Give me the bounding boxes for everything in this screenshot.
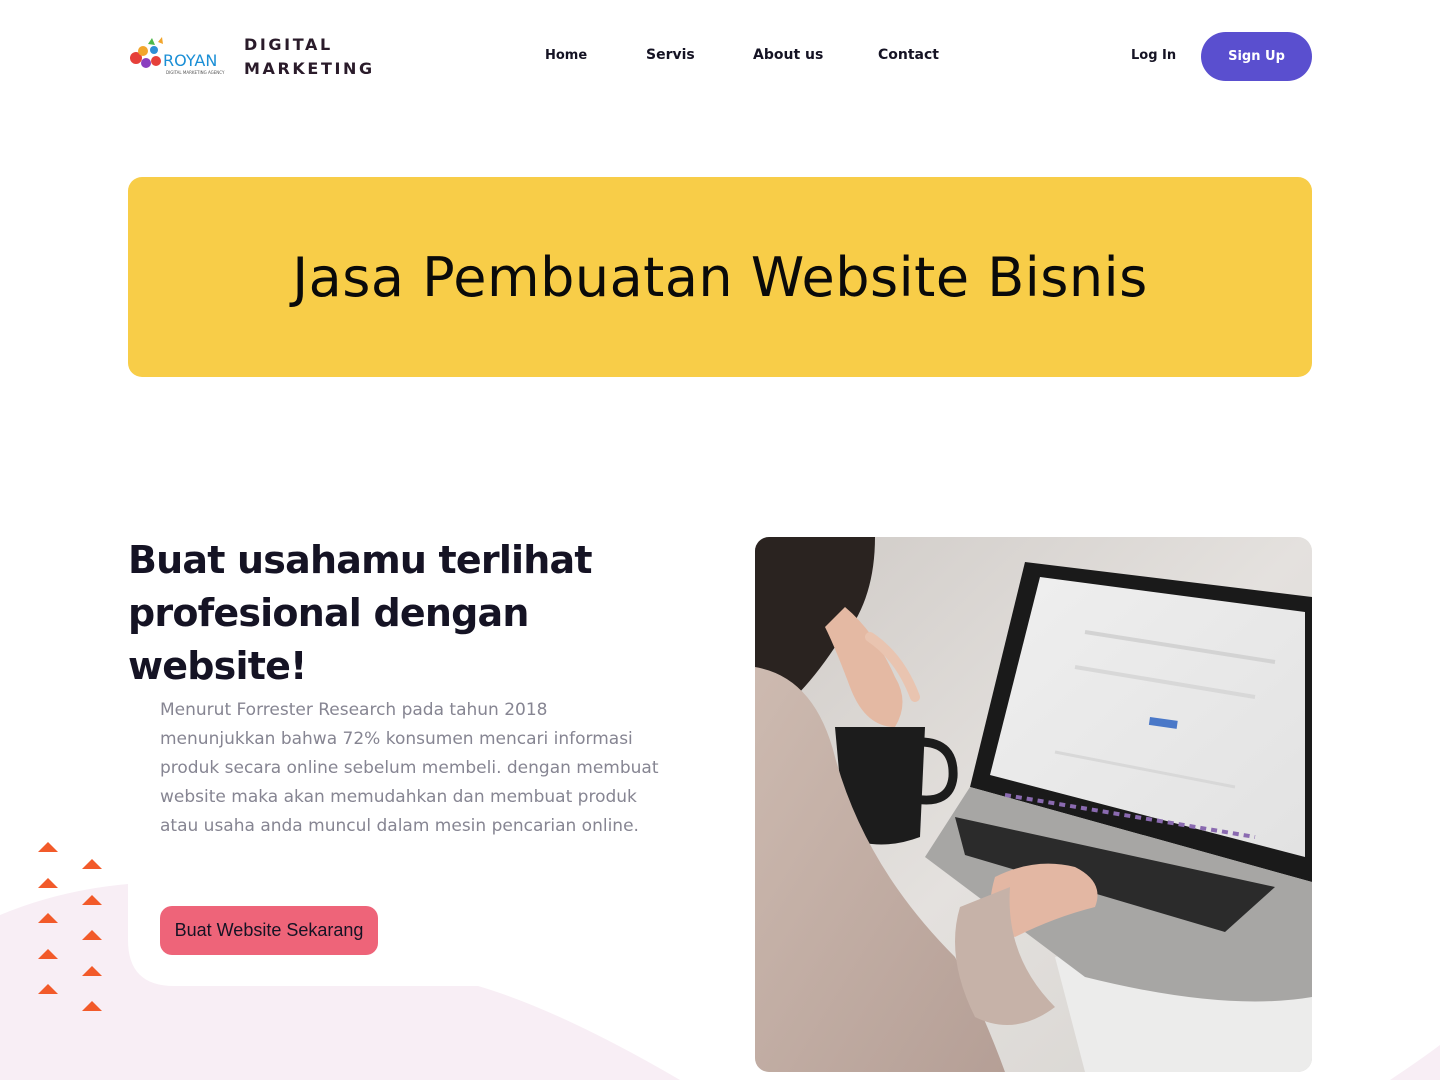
triangle-decoration-icon: [82, 930, 102, 940]
signup-button[interactable]: Sign Up: [1201, 32, 1312, 81]
triangle-decoration-icon: [38, 878, 58, 888]
banner-title: Jasa Pembuatan Website Bisnis: [292, 245, 1148, 309]
triangle-decoration-icon: [82, 859, 102, 869]
headline-line-2: profesional dengan website!: [128, 591, 529, 688]
triangle-decoration-icon: [38, 984, 58, 994]
triangle-decoration-icon: [38, 913, 58, 923]
nav-about-us[interactable]: About us: [753, 47, 823, 63]
nav-contact[interactable]: Contact: [878, 47, 939, 63]
intro-paragraph: Menurut Forrester Research pada tahun 20…: [160, 700, 659, 836]
headline-line-1: Buat usahamu terlihat: [128, 538, 593, 582]
section-headline: Buat usahamu terlihat profesional dengan…: [128, 534, 718, 693]
triangle-decoration-icon: [82, 1001, 102, 1011]
login-link[interactable]: Log In: [1131, 48, 1176, 63]
create-website-button[interactable]: Buat Website Sekarang: [160, 906, 378, 955]
nav-servis[interactable]: Servis: [646, 47, 695, 63]
triangle-decoration-icon: [82, 966, 102, 976]
triangle-decoration-icon: [38, 949, 58, 959]
laptop-photo: [755, 537, 1312, 1072]
hero-banner: Jasa Pembuatan Website Bisnis: [128, 177, 1312, 377]
triangle-decoration-icon: [82, 895, 102, 905]
nav-home[interactable]: Home: [545, 48, 587, 63]
site-header: ROYAN DIGITAL MARKETING AGENCY DIGITAL M…: [128, 30, 1312, 82]
triangle-decoration-icon: [38, 842, 58, 852]
